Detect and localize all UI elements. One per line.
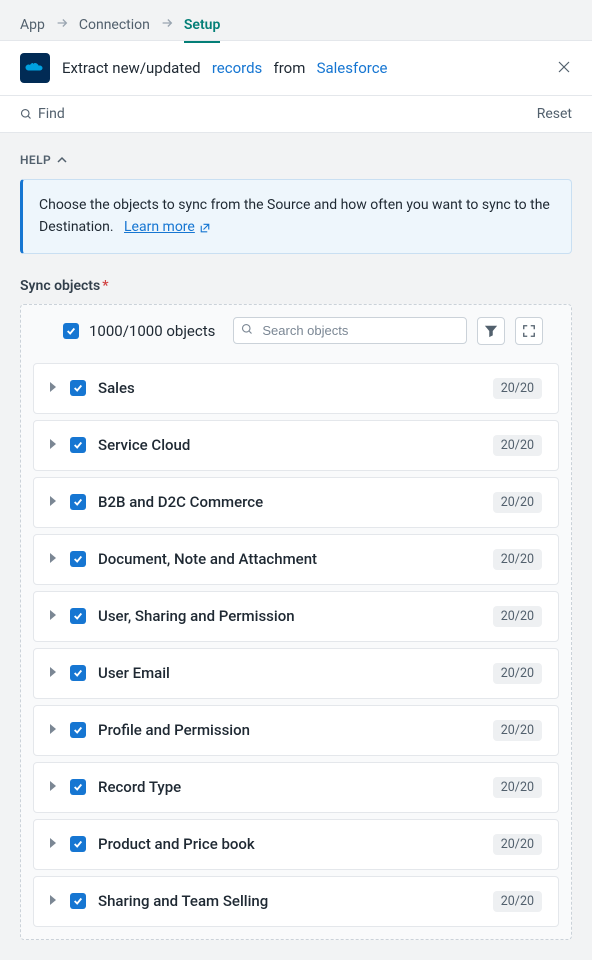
object-name: User Email: [98, 664, 481, 682]
find-button[interactable]: Find: [20, 106, 65, 122]
object-count-badge: 20/20: [493, 777, 542, 798]
object-row[interactable]: Product and Price book 20/20: [33, 819, 559, 870]
help-toggle[interactable]: HELP: [20, 153, 572, 167]
object-row[interactable]: Sales 20/20: [33, 363, 559, 414]
filter-button[interactable]: [477, 317, 505, 345]
chevron-right-icon: [50, 893, 58, 909]
chevron-right-icon: [50, 836, 58, 852]
object-row[interactable]: Profile and Permission 20/20: [33, 705, 559, 756]
object-row[interactable]: User, Sharing and Permission 20/20: [33, 591, 559, 642]
title-prefix: Extract new/updated: [62, 59, 201, 77]
required-marker: *: [102, 278, 108, 294]
object-checkbox[interactable]: [70, 722, 86, 738]
object-count-badge: 20/20: [493, 378, 542, 399]
help-text: Choose the objects to sync from the Sour…: [39, 197, 550, 235]
salesforce-app-icon: [20, 53, 50, 83]
object-checkbox[interactable]: [70, 836, 86, 852]
title-bar: Extract new/updated records from Salesfo…: [0, 40, 592, 96]
search-objects-input[interactable]: [233, 317, 467, 344]
breadcrumb: App Connection Setup: [0, 0, 592, 40]
chevron-up-icon: [57, 155, 67, 165]
object-name: Sales: [98, 379, 481, 397]
fullscreen-icon: [522, 324, 536, 338]
help-label: HELP: [20, 153, 51, 167]
object-count-badge: 20/20: [493, 891, 542, 912]
object-count-badge: 20/20: [493, 606, 542, 627]
breadcrumb-app[interactable]: App: [20, 17, 45, 33]
object-row[interactable]: User Email 20/20: [33, 648, 559, 699]
sync-objects-label: Sync objects*: [20, 278, 572, 294]
object-name: Product and Price book: [98, 835, 481, 853]
object-row[interactable]: Record Type 20/20: [33, 762, 559, 813]
object-name: Record Type: [98, 778, 481, 796]
object-name: Service Cloud: [98, 436, 481, 454]
selected-count: 1000/1000 objects: [89, 322, 215, 340]
chevron-right-icon: [50, 494, 58, 510]
object-name: Profile and Permission: [98, 721, 481, 739]
object-name: B2B and D2C Commerce: [98, 493, 481, 511]
object-name: Sharing and Team Selling: [98, 892, 481, 910]
object-row[interactable]: Sharing and Team Selling 20/20: [33, 876, 559, 927]
title-middle: from: [274, 59, 306, 77]
object-name: User, Sharing and Permission: [98, 607, 481, 625]
sync-header: 1000/1000 objects: [33, 317, 559, 357]
page-title: Extract new/updated records from Salesfo…: [62, 59, 544, 77]
object-checkbox[interactable]: [70, 380, 86, 396]
toolbar: Find Reset: [0, 96, 592, 133]
object-count-badge: 20/20: [493, 663, 542, 684]
arrow-right-icon: [55, 16, 69, 34]
arrow-right-icon: [160, 16, 174, 34]
chevron-right-icon: [50, 551, 58, 567]
title-records-link[interactable]: records: [212, 59, 262, 77]
learn-more-label: Learn more: [124, 216, 195, 238]
object-count-badge: 20/20: [493, 720, 542, 741]
chevron-right-icon: [50, 779, 58, 795]
chevron-right-icon: [50, 608, 58, 624]
sync-objects-container: 1000/1000 objects Sales20/20Service Clou…: [20, 304, 572, 940]
object-count-badge: 20/20: [493, 834, 542, 855]
chevron-right-icon: [50, 380, 58, 396]
title-source-link[interactable]: Salesforce: [317, 59, 388, 77]
object-count-badge: 20/20: [493, 492, 542, 513]
chevron-right-icon: [50, 722, 58, 738]
find-label: Find: [38, 106, 65, 122]
breadcrumb-connection[interactable]: Connection: [79, 17, 150, 33]
object-checkbox[interactable]: [70, 779, 86, 795]
object-row[interactable]: Document, Note and Attachment 20/20: [33, 534, 559, 585]
chevron-right-icon: [50, 437, 58, 453]
object-checkbox[interactable]: [70, 551, 86, 567]
object-checkbox[interactable]: [70, 893, 86, 909]
object-checkbox[interactable]: [70, 494, 86, 510]
object-checkbox[interactable]: [70, 437, 86, 453]
reset-button[interactable]: Reset: [537, 106, 572, 122]
object-row[interactable]: B2B and D2C Commerce 20/20: [33, 477, 559, 528]
fullscreen-button[interactable]: [515, 317, 543, 345]
filter-icon: [484, 324, 498, 338]
object-checkbox[interactable]: [70, 665, 86, 681]
object-row[interactable]: Service Cloud 20/20: [33, 420, 559, 471]
select-all-checkbox[interactable]: [63, 323, 79, 339]
learn-more-link[interactable]: Learn more: [124, 216, 211, 238]
object-name: Document, Note and Attachment: [98, 550, 481, 568]
chevron-right-icon: [50, 665, 58, 681]
search-icon: [241, 323, 253, 339]
external-link-icon: [199, 222, 211, 234]
object-count-badge: 20/20: [493, 549, 542, 570]
object-count-badge: 20/20: [493, 435, 542, 456]
breadcrumb-setup[interactable]: Setup: [184, 17, 220, 43]
object-checkbox[interactable]: [70, 608, 86, 624]
close-icon[interactable]: [556, 58, 572, 78]
help-box: Choose the objects to sync from the Sour…: [20, 179, 572, 254]
